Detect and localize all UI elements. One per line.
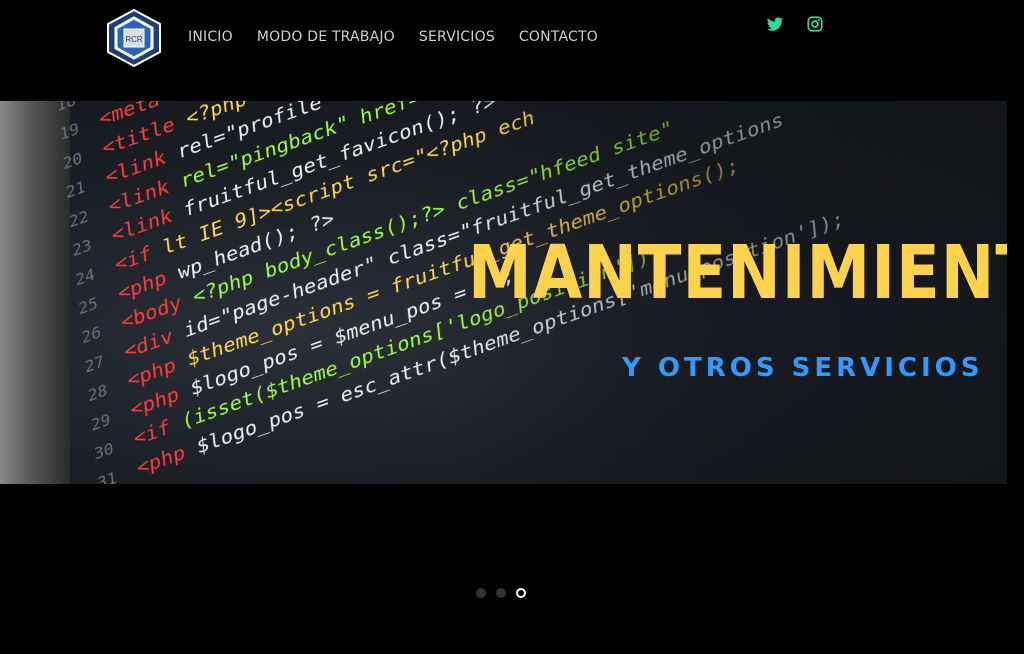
social-links: [766, 15, 824, 33]
rcr-logo[interactable]: RCR: [104, 8, 164, 68]
hero-slide: 18<meta charset="<?php bloginfo19<meta n…: [0, 101, 1007, 484]
instagram-icon[interactable]: [806, 15, 824, 33]
nav-servicios[interactable]: SERVICIOS: [419, 29, 495, 45]
nav-contacto[interactable]: CONTACTO: [519, 29, 598, 45]
slider-dot-3[interactable]: [516, 588, 526, 598]
nav-inicio[interactable]: INICIO: [188, 29, 233, 45]
hero-title: MANTENIMIENTO: [468, 231, 1007, 317]
nav-modo-de-trabajo[interactable]: MODO DE TRABAJO: [257, 29, 395, 45]
twitter-icon[interactable]: [766, 15, 784, 33]
main-nav: INICIO MODO DE TRABAJO SERVICIOS CONTACT…: [188, 29, 598, 45]
site-header: RCR INICIO MODO DE TRABAJO SERVICIOS CON…: [0, 0, 1024, 100]
slider-dot-1[interactable]: [476, 588, 486, 598]
slider-dots: [476, 588, 526, 598]
slider-dot-2[interactable]: [496, 588, 506, 598]
logo-text: RCR: [125, 35, 143, 44]
hero-subtitle: Y OTROS SERVICIOS: [622, 353, 984, 383]
